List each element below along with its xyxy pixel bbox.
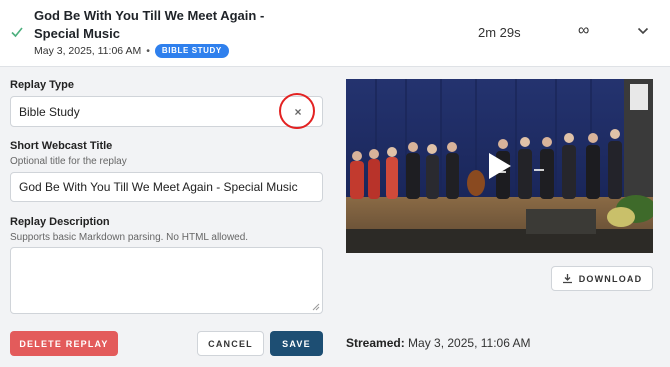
- description-label: Replay Description: [10, 216, 110, 228]
- streamed-label: Streamed:: [346, 336, 405, 350]
- short-title-hint: Optional title for the replay: [10, 156, 127, 167]
- short-title-input[interactable]: God Be With You Till We Meet Again - Spe…: [10, 172, 323, 202]
- description-hint: Supports basic Markdown parsing. No HTML…: [10, 232, 249, 243]
- meta-separator: •: [146, 45, 150, 57]
- delete-replay-button[interactable]: DELETE REPLAY: [10, 331, 118, 356]
- download-label: DOWNLOAD: [578, 273, 643, 284]
- short-title-value: God Be With You Till We Meet Again - Spe…: [19, 180, 298, 194]
- replay-type-label: Replay Type: [10, 79, 74, 91]
- replay-duration: 2m 29s: [478, 25, 521, 40]
- streamed-info: Streamed: May 3, 2025, 11:06 AM: [346, 336, 531, 350]
- replay-header[interactable]: God Be With You Till We Meet Again - Spe…: [0, 0, 670, 67]
- highlight-circle: [279, 93, 315, 129]
- chevron-down-icon[interactable]: [637, 27, 649, 35]
- replay-title: God Be With You Till We Meet Again - Spe…: [34, 8, 265, 41]
- download-icon: [562, 274, 572, 284]
- short-title-label: Short Webcast Title: [10, 140, 113, 152]
- video-player[interactable]: [346, 79, 653, 253]
- play-icon[interactable]: [487, 151, 513, 181]
- replay-date: May 3, 2025, 11:06 AM: [34, 45, 142, 57]
- download-button[interactable]: DOWNLOAD: [551, 266, 653, 291]
- save-button[interactable]: SAVE: [270, 331, 323, 356]
- replay-type-select[interactable]: Bible Study: [10, 96, 323, 127]
- description-textarea[interactable]: [10, 247, 323, 314]
- check-icon: [11, 27, 23, 38]
- replay-type-value: Bible Study: [19, 104, 80, 119]
- cancel-button[interactable]: CANCEL: [197, 331, 264, 356]
- category-badge: BIBLE STUDY: [154, 44, 229, 58]
- resize-grip-icon[interactable]: [312, 303, 320, 311]
- replay-meta: May 3, 2025, 11:06 AM • BIBLE STUDY: [34, 44, 229, 58]
- streamed-value: May 3, 2025, 11:06 AM: [408, 336, 531, 350]
- replay-views: ∞: [578, 22, 590, 39]
